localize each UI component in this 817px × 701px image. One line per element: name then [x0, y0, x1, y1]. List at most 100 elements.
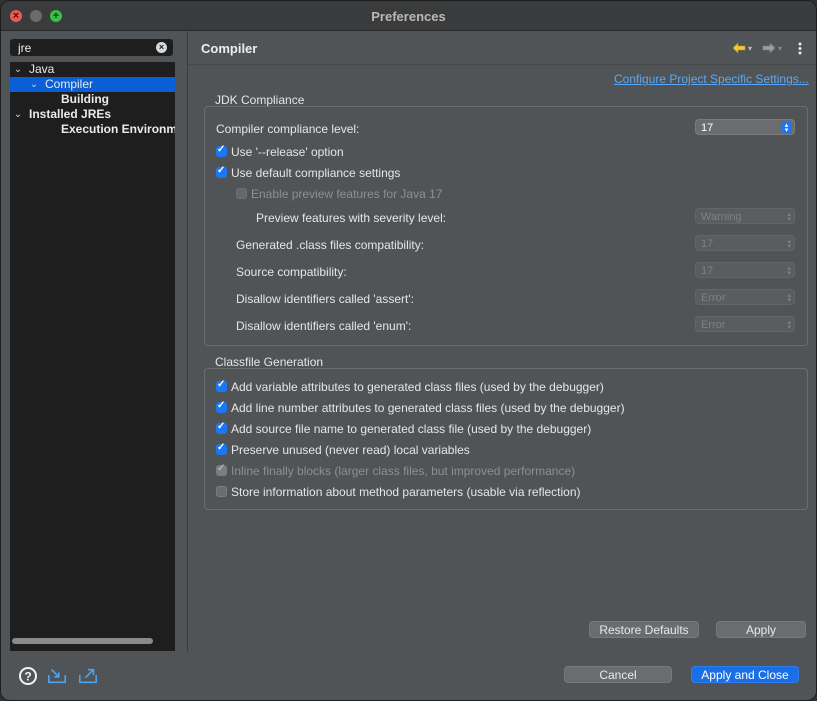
preview-severity-value: Warning [701, 211, 742, 223]
release-option-label: Use '--release' option [231, 145, 344, 159]
variable-attributes-checkbox[interactable] [216, 379, 227, 392]
compliance-level-label: Compiler compliance level: [216, 122, 360, 136]
classfile-option-row: Add source file name to generated class … [231, 422, 591, 436]
classfile-option-row: Add variable attributes to generated cla… [231, 380, 604, 394]
apply-and-close-button[interactable]: Apply and Close [691, 666, 799, 683]
filter-search-input[interactable] [18, 40, 153, 55]
assert-ids-row: Disallow identifiers called 'assert': [236, 292, 414, 306]
default-compliance-checkbox[interactable] [216, 165, 227, 178]
preview-severity-label: Preview features with severity level: [256, 211, 447, 225]
inline-finally-label: Inline finally blocks (larger class file… [231, 464, 576, 478]
method-parameters-label: Store information about method parameter… [231, 485, 581, 499]
source-compat-row: Source compatibility: [236, 265, 347, 279]
default-compliance-label: Use default compliance settings [231, 166, 401, 180]
method-parameters-checkbox[interactable] [216, 486, 227, 497]
updown-chevron-icon: ▴ ▾ [787, 238, 791, 250]
tree-item-label: Installed JREs [29, 107, 112, 121]
back-arrow-icon[interactable] [732, 42, 746, 54]
tree-item-execution-environments[interactable]: Execution Environments [10, 122, 175, 137]
enum-ids-value: Error [701, 319, 726, 331]
help-icon[interactable]: ? [18, 666, 38, 686]
updown-chevron-icon: ▴ ▾ [787, 211, 791, 223]
tree-item-label: Building [61, 92, 109, 106]
assert-ids-select: Error ▴ ▾ [695, 289, 795, 305]
clear-search-icon[interactable]: × [156, 42, 167, 53]
tree-horizontal-scrollbar[interactable] [12, 638, 153, 644]
assert-ids-value: Error [701, 292, 726, 304]
compiler-page: Compiler ▾ ▾ Configure Project Specific … [188, 31, 816, 652]
compliance-level-value: 17 [701, 122, 714, 134]
tree-item-java[interactable]: ⌄ Java [10, 62, 175, 77]
classfile-generation-group: Add variable attributes to generated cla… [204, 368, 808, 510]
preview-severity-row: Preview features with severity level: [256, 211, 446, 225]
enum-ids-row: Disallow identifiers called 'enum': [236, 319, 411, 333]
updown-chevron-icon: ▴ ▾ [787, 292, 791, 304]
updown-chevron-icon: ▴ ▾ [781, 122, 792, 134]
release-option-checkbox[interactable] [216, 144, 227, 157]
back-dropdown-icon[interactable]: ▾ [748, 41, 752, 57]
tree-item-label: Java [29, 62, 55, 76]
title-bar: × + Preferences [1, 1, 816, 31]
updown-chevron-icon: ▴ ▾ [787, 319, 791, 331]
chevron-down-icon[interactable]: ⌄ [28, 77, 40, 92]
assert-ids-label: Disallow identifiers called 'assert': [236, 292, 414, 306]
tree-item-installed-jres[interactable]: ⌄ Installed JREs [10, 107, 175, 122]
forward-arrow-icon[interactable] [762, 42, 776, 54]
cancel-button[interactable]: Cancel [564, 666, 672, 683]
compliance-level-row: Compiler compliance level: [216, 122, 359, 136]
generated-class-label: Generated .class files compatibility: [236, 238, 425, 252]
sidebar: × ⌄ Java ⌄ Compiler Building ⌄ Installed… [1, 31, 187, 652]
chevron-down-icon[interactable]: ⌄ [12, 107, 24, 122]
source-compat-label: Source compatibility: [236, 265, 347, 279]
enable-preview-checkbox [236, 188, 247, 199]
line-number-attributes-label: Add line number attributes to generated … [231, 401, 625, 415]
filter-search-box: × [10, 39, 173, 56]
generated-class-select: 17 ▴ ▾ [695, 235, 795, 251]
page-nav-toolbar: ▾ ▾ [732, 40, 810, 56]
source-compat-value: 17 [701, 265, 714, 277]
apply-button[interactable]: Apply [716, 621, 806, 638]
updown-chevron-icon: ▴ ▾ [787, 265, 791, 277]
inline-finally-checkbox [216, 463, 227, 476]
classfile-option-row: Inline finally blocks (larger class file… [231, 464, 575, 478]
enable-preview-label: Enable preview features for Java 17 [251, 187, 443, 201]
restore-defaults-button[interactable]: Restore Defaults [589, 621, 699, 638]
classfile-option-row: Preserve unused (never read) local varia… [231, 443, 470, 457]
source-compat-select: 17 ▴ ▾ [695, 262, 795, 278]
line-number-attributes-checkbox[interactable] [216, 400, 227, 413]
export-icon[interactable] [78, 666, 98, 686]
svg-text:?: ? [24, 670, 31, 684]
tree-item-compiler[interactable]: ⌄ Compiler [10, 77, 175, 92]
chevron-down-icon[interactable]: ⌄ [12, 62, 24, 77]
preferences-window: × + Preferences × ⌄ Java ⌄ Compiler Buil… [0, 0, 817, 701]
release-option-row: Use '--release' option [231, 145, 344, 159]
preserve-unused-label: Preserve unused (never read) local varia… [231, 443, 470, 457]
header-separator [188, 64, 816, 65]
forward-dropdown-icon[interactable]: ▾ [778, 41, 782, 57]
preserve-unused-checkbox[interactable] [216, 442, 227, 455]
enable-preview-row: Enable preview features for Java 17 [251, 187, 442, 201]
tree-item-building[interactable]: Building [10, 92, 175, 107]
jdk-compliance-group: Compiler compliance level: 17 ▴▾ Use '--… [204, 106, 808, 346]
source-file-name-checkbox[interactable] [216, 421, 227, 434]
classfile-option-row: Store information about method parameter… [231, 485, 581, 499]
enum-ids-select: Error ▴ ▾ [695, 316, 795, 332]
generated-class-value: 17 [701, 238, 714, 250]
import-icon[interactable] [47, 666, 67, 686]
default-compliance-row: Use default compliance settings [231, 166, 400, 180]
classfile-option-row: Add line number attributes to generated … [231, 401, 625, 415]
source-file-name-label: Add source file name to generated class … [231, 422, 592, 436]
jdk-compliance-title: JDK Compliance [215, 93, 305, 107]
preference-tree: ⌄ Java ⌄ Compiler Building ⌄ Installed J… [10, 62, 175, 651]
tree-item-label: Execution Environments [61, 122, 175, 136]
compliance-level-select[interactable]: 17 ▴ ▾ [695, 119, 795, 135]
classfile-generation-title: Classfile Generation [215, 355, 324, 369]
page-title: Compiler [201, 41, 258, 56]
window-title: Preferences [371, 9, 446, 24]
enum-ids-label: Disallow identifiers called 'enum': [236, 319, 412, 333]
tree-item-label: Compiler [45, 77, 94, 91]
view-menu-icon[interactable] [798, 42, 802, 55]
variable-attributes-label: Add variable attributes to generated cla… [231, 380, 604, 394]
preview-severity-select: Warning ▴ ▾ [695, 208, 795, 224]
configure-project-settings-link[interactable]: Configure Project Specific Settings... [614, 72, 809, 86]
